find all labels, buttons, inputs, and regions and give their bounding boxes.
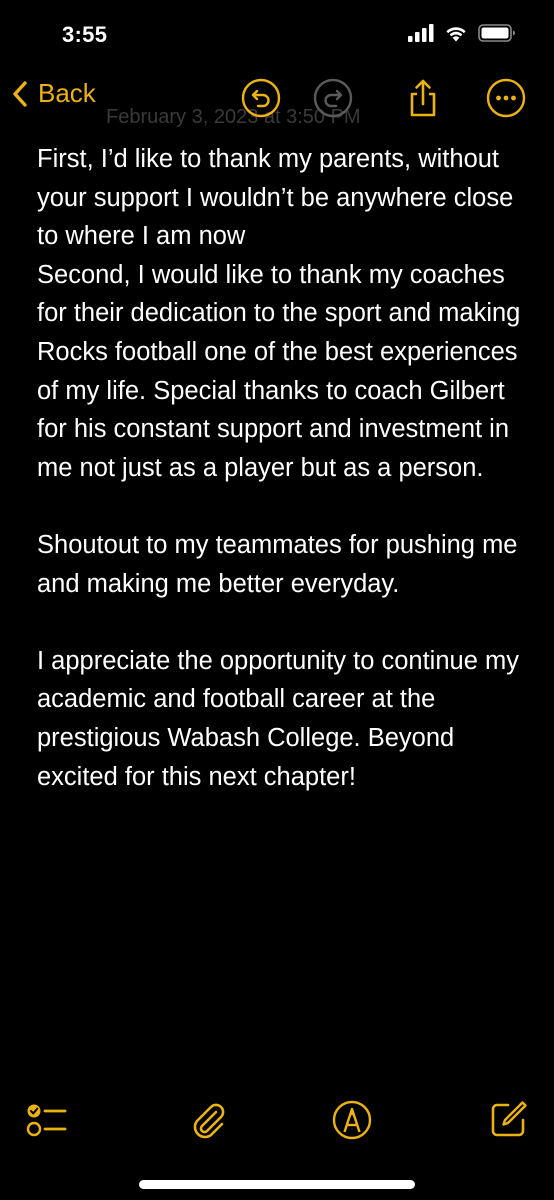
undo-icon	[241, 78, 281, 118]
status-bar: 3:55	[0, 0, 554, 70]
undo-button[interactable]	[241, 78, 281, 118]
note-paragraph: Shoutout to my teammates for pushing me …	[37, 530, 518, 598]
status-icons	[408, 24, 516, 42]
checklist-button[interactable]	[24, 1098, 68, 1142]
signal-bars-icon	[408, 24, 434, 42]
paperclip-icon	[193, 1103, 225, 1139]
home-indicator[interactable]	[139, 1180, 415, 1189]
bottom-toolbar	[0, 1090, 554, 1150]
note-paragraph: I appreciate the opportunity to continue…	[37, 646, 519, 791]
more-button[interactable]	[486, 78, 526, 118]
more-icon	[486, 78, 526, 118]
compose-icon	[491, 1101, 527, 1137]
markup-button[interactable]	[330, 1098, 374, 1142]
markup-pen-icon	[332, 1100, 372, 1140]
status-time: 3:55	[62, 22, 108, 47]
note-paragraph: Second, I would like to thank my coaches…	[37, 260, 521, 482]
compose-button[interactable]	[486, 1098, 530, 1142]
share-button[interactable]	[403, 78, 443, 118]
back-label: Back	[38, 78, 96, 108]
chevron-left-icon	[13, 80, 27, 107]
share-icon	[410, 79, 436, 117]
note-body[interactable]: First, I’d like to thank my parents, wit…	[37, 140, 527, 796]
checklist-icon	[26, 1104, 67, 1137]
wifi-icon	[446, 27, 466, 42]
back-button[interactable]: Back	[12, 78, 96, 109]
attach-button[interactable]	[186, 1098, 230, 1142]
redo-button[interactable]	[313, 78, 353, 118]
note-paragraph: First, I’d like to thank my parents, wit…	[37, 145, 514, 251]
redo-icon	[313, 78, 353, 118]
battery-icon	[478, 24, 515, 42]
nav-bar: February 3, 2023 at 3:50 PM Back	[0, 70, 554, 130]
